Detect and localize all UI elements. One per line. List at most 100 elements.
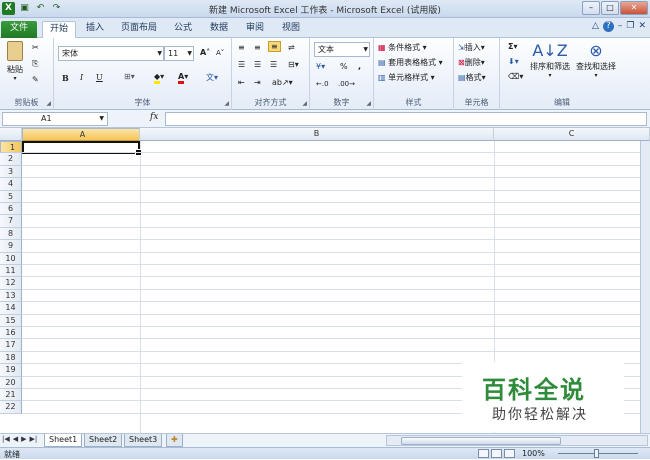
italic-button[interactable]: I [80,73,83,82]
close-button[interactable]: ✕ [620,1,648,15]
doc-close-icon[interactable]: ✕ [638,21,646,32]
alignment-launcher-icon[interactable]: ◢ [302,100,307,107]
tab-insert[interactable]: 插入 [80,21,110,38]
phonetic-icon[interactable]: 文▾ [206,72,218,83]
cell-styles-button[interactable]: ▥ 单元格样式 ▾ [378,72,435,83]
wrap-text-icon[interactable]: ⇌ [288,43,295,52]
sheet-tab-sheet3[interactable]: Sheet3 [124,434,163,447]
row-header[interactable]: 17 [0,339,22,352]
column-header[interactable]: A [22,128,140,141]
paste-button[interactable]: 粘贴 ▾ [4,41,26,82]
conditional-format-button[interactable]: ▦ 条件格式 ▾ [378,42,427,53]
select-all-corner[interactable] [0,128,22,141]
align-left-icon[interactable]: ☰ [238,60,245,69]
zoom-slider[interactable] [558,449,638,458]
autosum-button[interactable]: Σ▾ [508,42,517,51]
horizontal-scrollbar[interactable] [386,435,648,446]
tab-home[interactable]: 开始 [42,21,76,38]
number-launcher-icon[interactable]: ◢ [366,100,371,107]
align-top-icon[interactable]: ≡ [238,43,245,52]
row-header[interactable]: 21 [0,389,22,402]
grow-font-icon[interactable]: A˄ [200,48,210,57]
column-header[interactable]: C [494,128,650,141]
align-middle-icon[interactable]: ≡ [254,43,261,52]
row-header[interactable]: 8 [0,227,22,241]
format-as-table-button[interactable]: ▤ 套用表格格式 ▾ [378,57,443,68]
row-header[interactable]: 9 [0,240,22,253]
row-header[interactable]: 18 [0,351,22,365]
ribbon-minimize-icon[interactable]: △ [592,21,599,32]
number-format-select[interactable]: 文本 ▼ [314,42,370,57]
row-header[interactable]: 16 [0,327,22,340]
row-header[interactable]: 12 [0,277,22,290]
currency-icon[interactable]: ¥▾ [316,62,325,71]
decrease-decimal-icon[interactable]: .00→ [338,80,355,88]
increase-decimal-icon[interactable]: ←.0 [316,80,329,88]
doc-minimize-icon[interactable]: – [618,21,623,32]
row-header[interactable]: 7 [0,215,22,228]
font-launcher-icon[interactable]: ◢ [224,100,229,107]
sort-filter-button[interactable]: A↓Z 排序和筛选 ▾ [528,41,572,79]
row-header[interactable]: 15 [0,314,22,327]
fill-icon[interactable]: ⬇▾ [508,57,519,66]
insert-sheet-icon[interactable]: ✚ [166,434,183,447]
row-header[interactable]: 14 [0,302,22,315]
tab-formulas[interactable]: 公式 [168,21,198,38]
column-header[interactable]: B [140,128,494,141]
prev-sheet-icon[interactable]: ◀ [13,435,18,443]
format-painter-icon[interactable]: ✎ [32,75,39,84]
fill-color-icon[interactable]: ◆▾ [154,72,164,84]
insert-cells-button[interactable]: ⇲插入▾ [458,42,485,53]
font-color-icon[interactable]: A▾ [178,72,188,84]
row-header[interactable]: 10 [0,252,22,265]
format-cells-button[interactable]: ▤格式▾ [458,72,486,83]
align-right-icon[interactable]: ☰ [270,60,277,69]
next-sheet-icon[interactable]: ▶ [21,435,26,443]
find-select-button[interactable]: ⊗ 查找和选择 ▾ [574,41,618,79]
underline-button[interactable]: U [96,73,103,82]
merge-center-icon[interactable]: ⊟▾ [288,60,299,69]
tab-page-layout[interactable]: 页面布局 [116,21,162,38]
first-sheet-icon[interactable]: |◀ [2,435,10,443]
bold-button[interactable]: B [62,73,69,83]
name-box[interactable]: A1 ▼ [2,112,108,126]
last-sheet-icon[interactable]: ▶| [30,435,38,443]
vertical-scrollbar[interactable] [640,141,650,433]
row-header[interactable]: 4 [0,178,22,191]
row-header[interactable]: 6 [0,203,22,216]
normal-view-icon[interactable] [478,449,489,458]
zoom-knob[interactable] [594,449,599,458]
increase-indent-icon[interactable]: ⇥ [254,78,261,87]
percent-button[interactable]: % [340,62,348,71]
sheet-tab-sheet2[interactable]: Sheet2 [84,434,123,447]
sheet-tab-sheet1[interactable]: Sheet1 [44,434,83,447]
delete-cells-button[interactable]: ⊠删除▾ [458,57,485,68]
row-header[interactable]: 19 [0,364,22,377]
row-header[interactable]: 22 [0,401,22,414]
scroll-thumb[interactable] [401,437,561,445]
comma-button[interactable]: , [358,62,361,71]
row-header[interactable]: 3 [0,165,22,179]
font-name-select[interactable]: 宋体 ▼ [58,46,164,61]
align-center-icon[interactable]: ☰ [254,60,261,69]
row-header[interactable]: 2 [0,153,22,166]
shrink-font-icon[interactable]: A˅ [216,49,224,57]
cut-icon[interactable]: ✂ [32,43,39,52]
orientation-icon[interactable]: ab↗▾ [272,78,293,87]
doc-restore-icon[interactable]: ❐ [626,21,634,32]
page-break-view-icon[interactable] [504,449,515,458]
page-layout-view-icon[interactable] [491,449,502,458]
font-size-select[interactable]: 11 ▼ [164,46,194,61]
copy-icon[interactable]: ⎘ [32,59,38,69]
row-header[interactable]: 11 [0,265,22,278]
maximize-button[interactable]: □ [601,1,619,15]
clear-icon[interactable]: ⌫▾ [508,72,523,81]
tab-view[interactable]: 视图 [276,21,306,38]
borders-icon[interactable]: ⊞▾ [124,72,135,81]
row-header[interactable]: 20 [0,376,22,389]
zoom-level[interactable]: 100% [522,449,545,458]
minimize-button[interactable]: – [582,1,600,15]
help-icon[interactable]: ? [602,21,614,32]
formula-input[interactable] [165,112,647,126]
row-header[interactable]: 13 [0,289,22,303]
